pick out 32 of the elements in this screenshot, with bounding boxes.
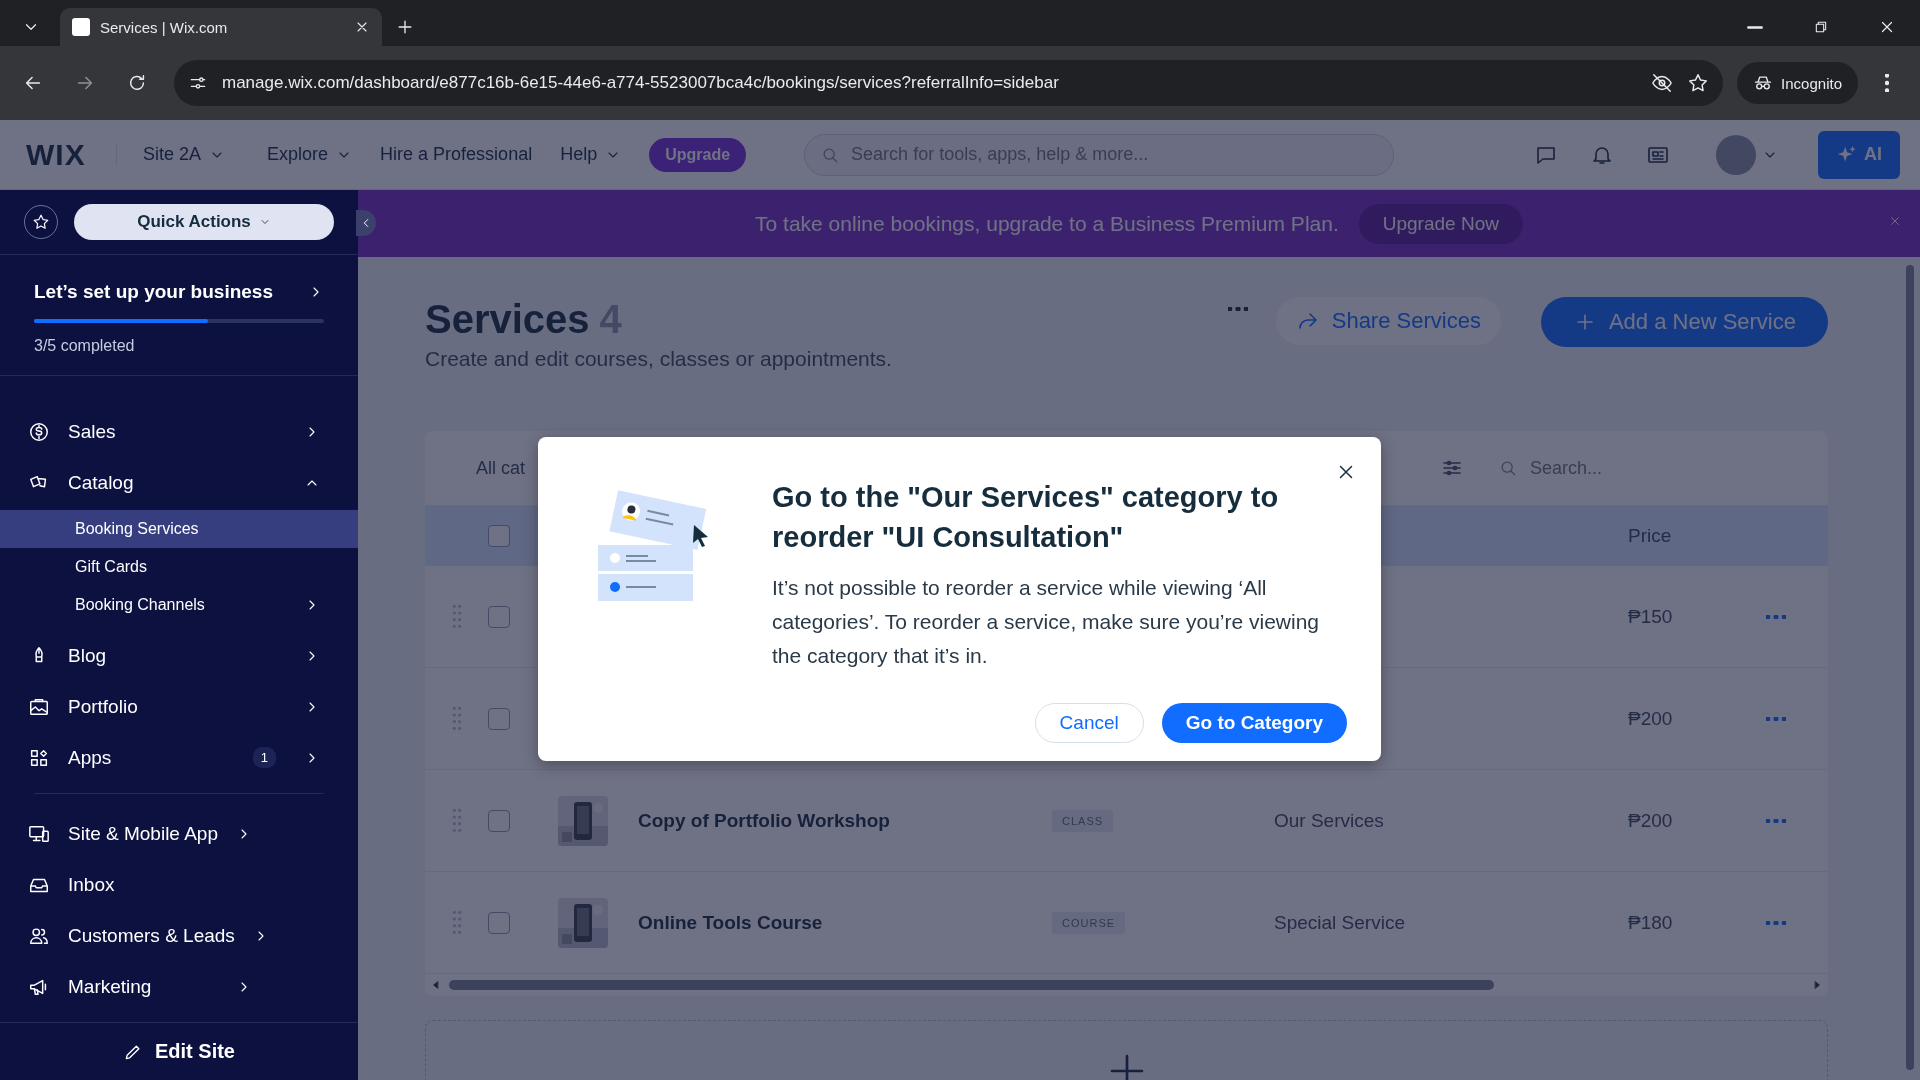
setup-status: 3/5 completed (34, 337, 136, 355)
address-bar[interactable]: manage.wix.com/dashboard/e877c16b-6e15-44e6-a774-5523007bca4c/bookings/services?referralInfo=sidebar (174, 60, 1724, 106)
sidebar-item[interactable]: Blog (0, 630, 358, 681)
sidebar-item[interactable]: Apps 1 (0, 732, 358, 783)
dialog-message: It’s not possible to reorder a service while viewing ‘All categories’. To reorder a service, make sure you’re viewing the category that it’s in. (772, 575, 1321, 669)
page-subtitle: Create and edit courses, classes or appointments. (425, 347, 893, 371)
table-cell-text: Special Service (1274, 911, 1406, 934)
setup-link[interactable]: Let’s set up your business (34, 281, 324, 303)
sidebar-item[interactable]: Sales (0, 406, 358, 457)
cancel-button[interactable]: Cancel (1034, 703, 1144, 743)
sidebar-item[interactable]: Site & Mobile App (0, 808, 290, 859)
sidebar-subitem[interactable]: Booking Services (0, 510, 358, 548)
sidebar-item[interactable]: Catalog (0, 457, 358, 508)
column-header: Price (1628, 525, 1673, 547)
banner-message: To take online bookings, upgrade to a Business Premium Plan. (755, 211, 1339, 236)
sidebar-subitem[interactable]: Booking Channels (0, 586, 358, 624)
price-cell-text: ₱150 (1628, 605, 1674, 628)
dialog-title: Go to the "Our Services" category to reorder "UI Consultation" (772, 480, 1280, 555)
incognito-button[interactable]: Incognito (1737, 62, 1858, 104)
sidebar-item[interactable]: Inbox (0, 859, 290, 910)
go-to-category-button[interactable]: Go to Category (1161, 703, 1347, 743)
sidebar-item[interactable]: Marketing (0, 961, 290, 1012)
price-cell-text: ₱200 (1628, 707, 1674, 730)
quick-actions-button[interactable]: Quick Actions (74, 204, 334, 240)
table-cell-text: Our Services (1274, 809, 1385, 832)
count-badge: 1 (252, 747, 276, 768)
price-cell-text: ₱180 (1628, 911, 1674, 934)
sidebar-item[interactable]: Portfolio (0, 681, 358, 732)
price-cell-text: ₱200 (1628, 809, 1674, 832)
sidebar-item[interactable]: Customers & Leads (0, 910, 290, 961)
sidebar-subitem[interactable]: Gift Cards (0, 548, 358, 586)
browser-tab[interactable]: Services | Wix.com (60, 8, 382, 46)
